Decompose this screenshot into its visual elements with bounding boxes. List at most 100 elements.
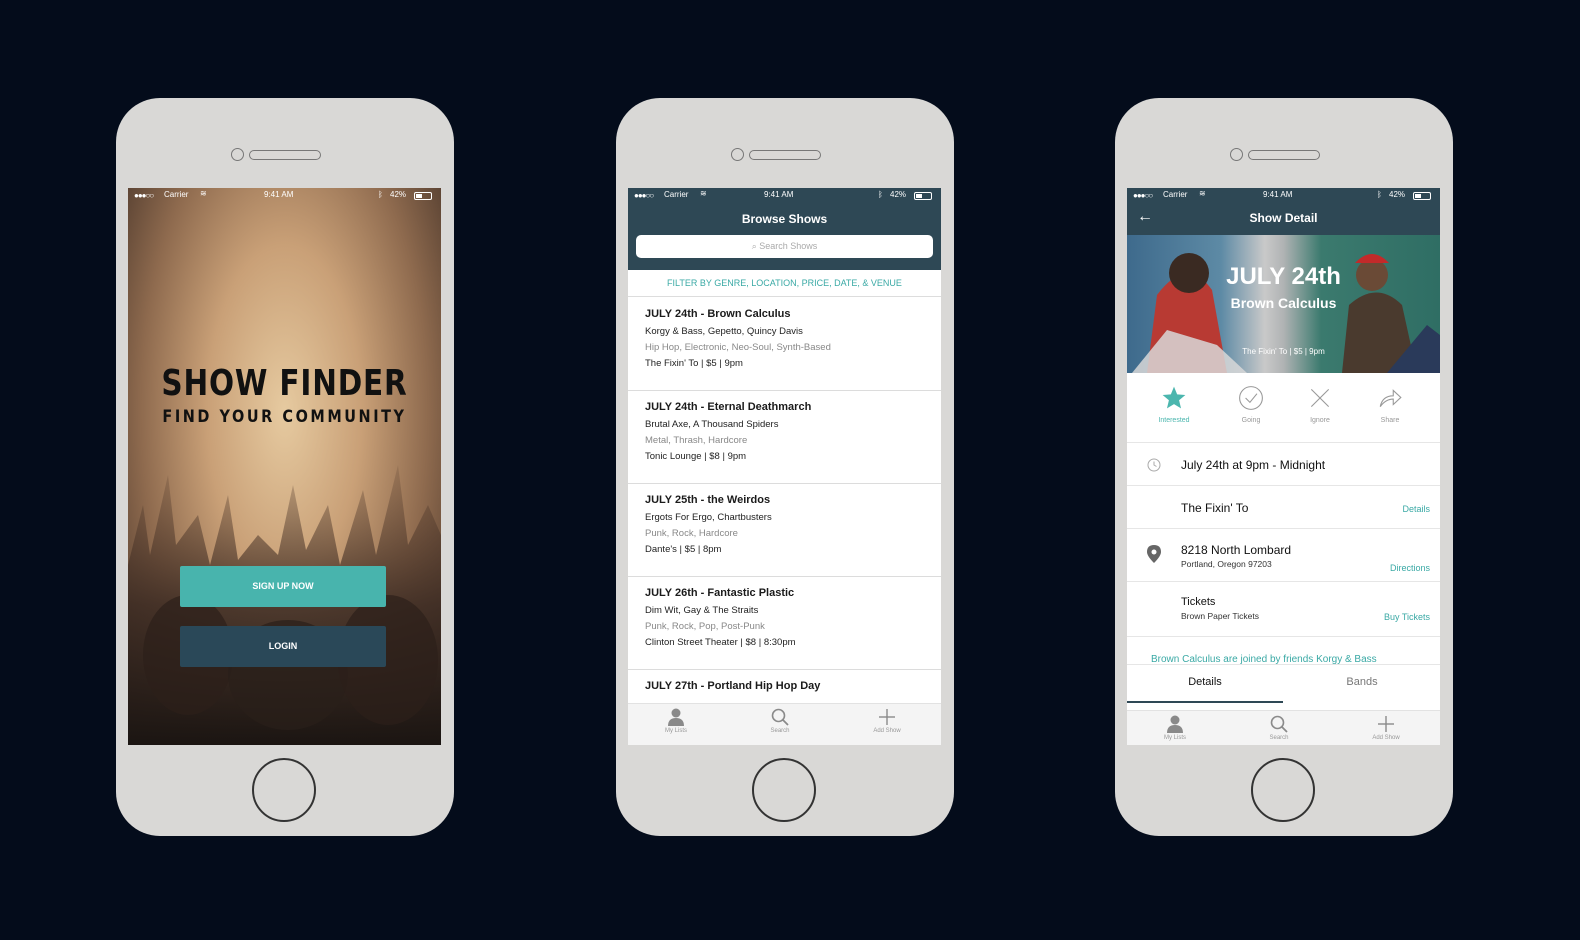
show-lineup: Ergots For Ergo, Chartbusters	[645, 512, 772, 523]
phone-detail: ●●●○○ Carrier ≋ 9:41 AM ᛒ 42% ← Show Det…	[1115, 98, 1453, 836]
tab-search[interactable]: Search	[750, 708, 810, 734]
show-title: JULY 25th - the Weirdos	[645, 494, 771, 506]
home-button[interactable]	[752, 758, 816, 822]
search-input[interactable]: ⌕ Search Shows	[636, 235, 933, 258]
address-row[interactable]: 8218 North Lombard Portland, Oregon 9720…	[1127, 529, 1440, 582]
interested-button[interactable]: Interested	[1144, 385, 1204, 424]
camera	[1230, 148, 1243, 161]
show-info: Tonic Lounge | $8 | 9pm	[645, 451, 747, 462]
battery-percent: 42%	[890, 190, 907, 199]
filter-link[interactable]: FILTER BY GENRE, LOCATION, PRICE, DATE, …	[628, 270, 941, 297]
tickets-row[interactable]: Tickets Brown Paper Tickets Buy Tickets	[1127, 582, 1440, 637]
sign-up-button[interactable]: SIGN UP NOW	[180, 566, 386, 607]
battery-icon	[1413, 192, 1431, 200]
search-icon	[1270, 715, 1288, 733]
status-bar: ●●●○○ Carrier ≋ 9:41 AM ᛒ 42%	[1127, 188, 1440, 202]
status-bar: ●●●○○ Carrier ≋ 9:41 AM ᛒ 42%	[628, 188, 941, 202]
ignore-button[interactable]: Ignore	[1290, 385, 1350, 424]
page-title: Show Detail	[1249, 211, 1318, 225]
signal-icon: ●●●○○	[1133, 191, 1153, 200]
tab-add-show[interactable]: Add Show	[1356, 715, 1416, 741]
search-icon: ⌕	[751, 241, 757, 251]
tab-label: Add Show	[873, 728, 901, 734]
tab-add-show[interactable]: Add Show	[857, 708, 917, 734]
status-bar: ●●●○○ Carrier ≋ 9:41 AM ᛒ 42%	[128, 188, 441, 202]
home-button[interactable]	[1251, 758, 1315, 822]
tickets-label: Tickets	[1181, 596, 1216, 608]
venue-row[interactable]: The Fixin' To Details	[1127, 486, 1440, 529]
signal-icon: ●●●○○	[634, 191, 654, 200]
plus-icon	[1378, 716, 1394, 732]
show-lineup: Dim Wit, Gay & The Straits	[645, 605, 759, 616]
wifi-icon: ≋	[700, 189, 707, 198]
buy-tickets-link[interactable]: Buy Tickets	[1384, 612, 1430, 622]
search-icon	[771, 708, 789, 726]
detail-tabs: Details Bands	[1127, 664, 1440, 703]
landing-screen: ●●●○○ Carrier ≋ 9:41 AM ᛒ 42% SHOW FINDE…	[128, 188, 441, 745]
tab-my-lists[interactable]: My Lists	[646, 708, 706, 734]
tab-label: Search	[770, 728, 790, 734]
show-item[interactable]: JULY 24th - Eternal Deathmarch Brutal Ax…	[628, 391, 941, 484]
speaker	[1248, 150, 1320, 160]
action-label: Going	[1241, 417, 1261, 424]
show-genres: Punk, Rock, Hardcore	[645, 528, 738, 539]
login-button[interactable]: LOGIN	[180, 626, 386, 667]
show-title: JULY 27th - Portland Hip Hop Day	[645, 680, 821, 692]
tab-label: Add Show	[1372, 735, 1400, 741]
tab-label: My Lists	[664, 728, 687, 734]
home-button[interactable]	[252, 758, 316, 822]
show-list: JULY 24th - Brown Calculus Korgy & Bass,…	[628, 298, 941, 745]
venue-address: 8218 North Lombard	[1181, 543, 1292, 557]
bluetooth-icon: ᛒ	[1377, 190, 1382, 199]
bluetooth-icon: ᛒ	[378, 190, 383, 199]
show-info: The Fixin' To | $5 | 9pm	[645, 358, 743, 369]
location-pin-icon	[1147, 545, 1161, 563]
search-placeholder: Search Shows	[759, 241, 818, 251]
tab-bar: My Lists Search Add Show	[1127, 710, 1440, 745]
nav-bar: ●●●○○ Carrier ≋ 9:41 AM ᛒ 42% Browse Sho…	[628, 188, 941, 270]
venue-details-link[interactable]: Details	[1402, 504, 1430, 514]
venue-city: Portland, Oregon 97203	[1181, 559, 1272, 569]
carrier-label: Carrier	[164, 190, 189, 199]
time-row: July 24th at 9pm - Midnight	[1127, 444, 1440, 486]
directions-link[interactable]: Directions	[1390, 563, 1430, 573]
band-name: Brown Calculus	[1230, 295, 1337, 311]
clock: 9:41 AM	[1263, 190, 1293, 199]
clock: 9:41 AM	[264, 190, 294, 199]
speaker	[249, 150, 321, 160]
tab-my-lists[interactable]: My Lists	[1145, 715, 1205, 741]
action-label: Interested	[1158, 417, 1190, 424]
show-item[interactable]: JULY 26th - Fantastic Plastic Dim Wit, G…	[628, 577, 941, 670]
camera	[731, 148, 744, 161]
show-title: JULY 24th - Eternal Deathmarch	[645, 401, 812, 413]
user-icon	[1167, 715, 1183, 733]
carrier-label: Carrier	[664, 190, 689, 199]
detail-screen: ●●●○○ Carrier ≋ 9:41 AM ᛒ 42% ← Show Det…	[1127, 188, 1440, 745]
clock-icon	[1147, 458, 1161, 472]
tab-label: Search	[1269, 735, 1289, 741]
check-circle-icon	[1239, 386, 1263, 410]
plus-icon	[879, 709, 895, 725]
clock: 9:41 AM	[764, 190, 794, 199]
going-button[interactable]: Going	[1221, 385, 1281, 424]
show-title: JULY 26th - Fantastic Plastic	[645, 587, 795, 599]
speaker	[749, 150, 821, 160]
close-icon	[1310, 388, 1330, 408]
tab-details[interactable]: Details	[1127, 665, 1283, 703]
show-meta: The Fixin' To | $5 | 9pm	[1242, 347, 1325, 356]
action-bar: Interested Going Ignore Share	[1127, 373, 1440, 443]
show-item[interactable]: JULY 24th - Brown Calculus Korgy & Bass,…	[628, 298, 941, 391]
tab-bar: My Lists Search Add Show	[628, 703, 941, 745]
app-tagline: FIND YOUR COMMUNITY	[162, 407, 407, 427]
show-genres: Punk, Rock, Pop, Post-Punk	[645, 621, 765, 632]
bluetooth-icon: ᛒ	[878, 190, 883, 199]
phone-landing: ●●●○○ Carrier ≋ 9:41 AM ᛒ 42% SHOW FINDE…	[116, 98, 454, 836]
show-lineup: Korgy & Bass, Gepetto, Quincy Davis	[645, 326, 803, 337]
tab-search[interactable]: Search	[1249, 715, 1309, 741]
show-item[interactable]: JULY 25th - the Weirdos Ergots For Ergo,…	[628, 484, 941, 577]
share-button[interactable]: Share	[1360, 385, 1420, 424]
tab-bands[interactable]: Bands	[1284, 665, 1440, 703]
tickets-vendor: Brown Paper Tickets	[1181, 611, 1259, 621]
star-icon	[1162, 386, 1186, 409]
tab-label: My Lists	[1163, 735, 1186, 741]
